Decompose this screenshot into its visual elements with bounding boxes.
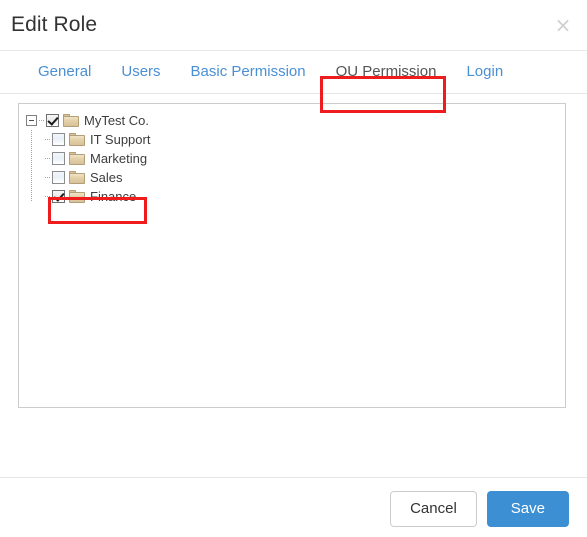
page-title: Edit Role [11, 13, 98, 36]
tree-row[interactable]: Finance [26, 187, 565, 206]
folder-icon [69, 171, 85, 184]
folder-icon [69, 133, 85, 146]
dialog-header: Edit Role × [0, 0, 587, 51]
ou-tree-panel[interactable]: MyTest Co. IT Support Marketing Sales Fi… [18, 103, 566, 408]
tree-node-label: Finance [90, 189, 137, 204]
tab-basic-permission[interactable]: Basic Permission [176, 52, 321, 94]
tree-row[interactable]: MyTest Co. [26, 111, 565, 202]
tree-connector-line [45, 158, 51, 159]
checkbox-finance[interactable] [52, 190, 65, 203]
footer-actions: Cancel Save [390, 491, 569, 527]
tree-connector-line [45, 196, 51, 197]
checkbox-marketing[interactable] [52, 152, 65, 165]
close-icon[interactable]: × [551, 13, 575, 37]
tab-users[interactable]: Users [106, 52, 175, 94]
tree-row[interactable]: Sales [26, 168, 565, 187]
tab-login[interactable]: Login [451, 52, 518, 94]
tree-connector-line [39, 120, 45, 121]
edit-role-dialog: Edit Role × General Users Basic Permissi… [0, 0, 587, 537]
folder-icon [63, 114, 79, 127]
checkbox-sales[interactable] [52, 171, 65, 184]
tree-node-label: MyTest Co. [84, 113, 150, 128]
tab-bar: General Users Basic Permission OU Permis… [0, 51, 587, 94]
dialog-footer: Cancel Save [0, 477, 587, 537]
ou-tree: MyTest Co. IT Support Marketing Sales Fi… [19, 104, 565, 206]
tree-connector-line [45, 177, 51, 178]
tree-node-label: Sales [90, 170, 123, 185]
tab-strip: General Users Basic Permission OU Permis… [0, 52, 587, 94]
tree-row[interactable]: Marketing [26, 149, 565, 168]
tab-general[interactable]: General [23, 52, 106, 94]
folder-icon [69, 152, 85, 165]
save-button[interactable]: Save [486, 491, 569, 527]
dialog-body: MyTest Co. IT Support Marketing Sales Fi… [0, 94, 587, 477]
collapse-minus-icon[interactable] [26, 115, 37, 126]
folder-icon [69, 190, 85, 203]
checkbox-mytest-co[interactable] [46, 114, 59, 127]
tab-ou-permission[interactable]: OU Permission [321, 52, 452, 94]
tree-node-label: IT Support [90, 132, 151, 147]
checkbox-it-support[interactable] [52, 133, 65, 146]
tree-row[interactable]: IT Support [26, 130, 565, 149]
cancel-button[interactable]: Cancel [390, 491, 477, 527]
tree-connector-line [45, 139, 51, 140]
tree-node-label: Marketing [90, 151, 148, 166]
